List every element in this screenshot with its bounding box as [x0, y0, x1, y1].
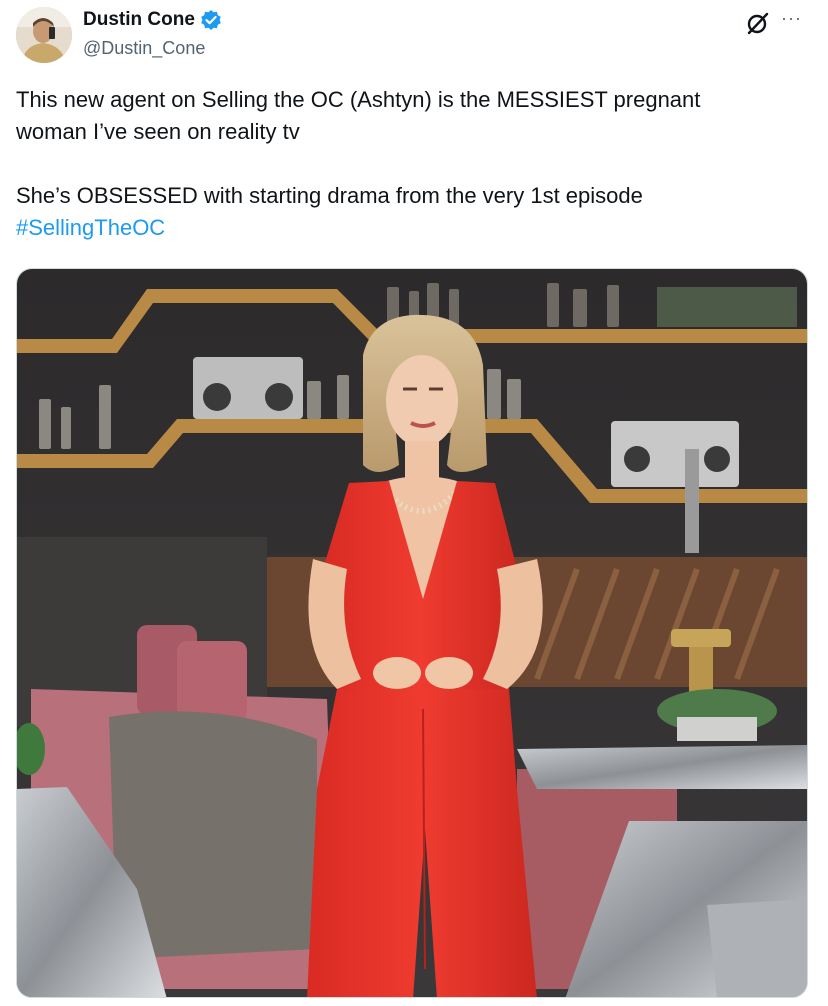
author-name[interactable]: Dustin Cone [83, 9, 195, 31]
post-line-3: She’s OBSESSED with starting drama from … [16, 183, 643, 208]
avatar-image [16, 7, 72, 63]
avatar[interactable] [16, 7, 72, 63]
photo-icon [17, 269, 807, 997]
post-line-1: This new agent on Selling the OC (Ashtyn… [16, 87, 701, 112]
verified-badge-icon [201, 10, 221, 30]
more-icon[interactable]: ··· [781, 8, 802, 29]
post-text: This new agent on Selling the OC (Ashtyn… [16, 84, 806, 244]
post-line-2: woman I’ve seen on reality tv [16, 119, 300, 144]
post-photo[interactable] [16, 268, 808, 998]
hashtag-link[interactable]: #SellingTheOC [16, 212, 806, 244]
author-name-row[interactable]: Dustin Cone [83, 9, 222, 31]
author-handle[interactable]: @Dustin_Cone [83, 38, 205, 59]
grok-icon[interactable] [745, 10, 771, 36]
